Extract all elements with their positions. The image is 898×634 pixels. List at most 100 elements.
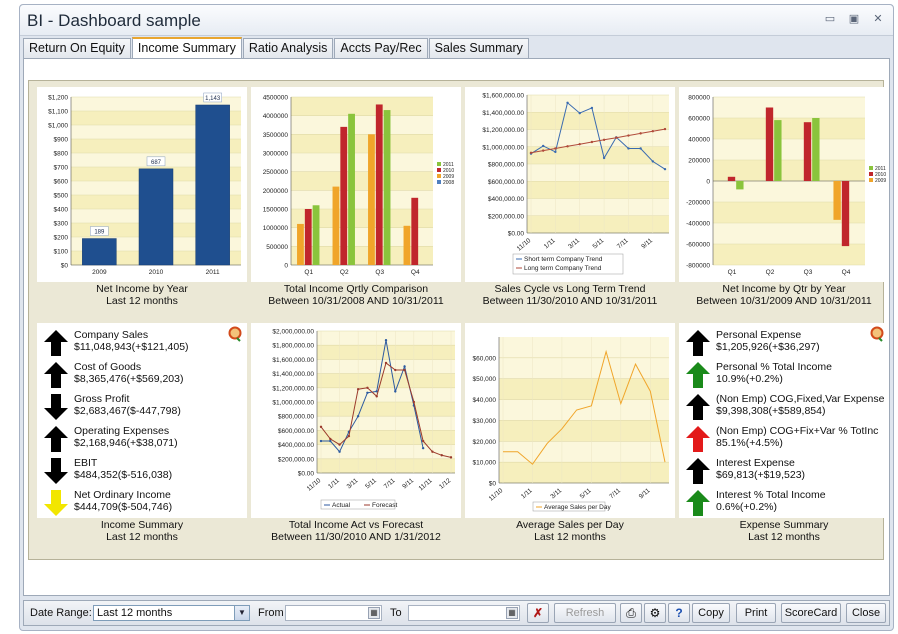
arrow-up-icon bbox=[686, 490, 710, 516]
panel-caption-range: Between 10/31/2009 AND 10/31/2011 bbox=[696, 295, 872, 307]
data-point bbox=[319, 439, 323, 443]
clear-filter-icon[interactable]: ✗ bbox=[527, 603, 549, 623]
refresh-button[interactable]: Refresh bbox=[554, 603, 616, 623]
x-tick-label: 5/11 bbox=[364, 477, 378, 490]
kpi-text: Operating Expenses $2,168,946(+$38,071) bbox=[74, 425, 178, 449]
x-tick-label: 1/11 bbox=[520, 487, 534, 500]
panel-caption-range: Last 12 months bbox=[534, 531, 606, 543]
kpi-row: (Non Emp) COG,Fixed,Var Expense $9,398,30… bbox=[683, 393, 884, 423]
chevron-down-icon[interactable]: ▼ bbox=[234, 606, 249, 620]
data-label: 687 bbox=[151, 160, 162, 166]
y-tick-label: 500000 bbox=[266, 244, 288, 251]
kpi-text: Net Ordinary Income $444,709($-504,746) bbox=[74, 489, 172, 513]
data-point bbox=[541, 149, 545, 152]
award-icon[interactable] bbox=[227, 326, 243, 342]
data-point bbox=[566, 101, 569, 104]
x-tick-label: 9/11 bbox=[401, 477, 415, 490]
award-ring bbox=[228, 326, 242, 340]
grid-band bbox=[317, 345, 455, 360]
kpi-arrow bbox=[43, 425, 69, 453]
y-tick-label: $200,000.00 bbox=[278, 456, 315, 463]
close-button[interactable]: Close bbox=[846, 603, 886, 623]
bar-2011 bbox=[812, 118, 820, 181]
copy-button[interactable]: Copy bbox=[692, 603, 730, 623]
legend-label: Average Sales per Day bbox=[544, 504, 611, 511]
legend-label: 2009 bbox=[875, 178, 886, 184]
panel-caption-range: Last 12 months bbox=[106, 531, 178, 543]
kpi-name: (Non Emp) COG+Fix+Var % TotInc bbox=[716, 425, 879, 437]
arrow-down-icon bbox=[44, 394, 68, 420]
kpi-row: Gross Profit $2,683,467($-447,798) bbox=[41, 393, 241, 423]
y-tick-label: 1000000 bbox=[263, 225, 289, 232]
bottom-toolbar: Date Range: Last 12 months ▼ From ▦ To ▦… bbox=[23, 600, 890, 626]
bar-2009 bbox=[833, 181, 841, 220]
arrow-shape bbox=[686, 426, 710, 452]
x-tick-label: Q4 bbox=[842, 269, 851, 276]
kpi-arrow bbox=[43, 489, 69, 517]
kpi-name: Net Ordinary Income bbox=[74, 489, 171, 501]
y-tick-label: $1,400,000.00 bbox=[272, 371, 314, 378]
date-range-select[interactable]: Last 12 months ▼ bbox=[93, 605, 250, 621]
bar-2011 bbox=[348, 113, 355, 265]
maximize-button[interactable]: ▣ bbox=[847, 13, 861, 25]
chart-net-income-by-qtr: -800000 -600000 -400000 -200000 0 200000 40000… bbox=[679, 87, 889, 282]
panel-income-summary: Company Sales $11,048,943(+$121,405) Cost … bbox=[37, 323, 247, 543]
tab-sales-summary[interactable]: Sales Summary bbox=[428, 38, 529, 58]
y-tick-label: $1,800,000.00 bbox=[272, 343, 314, 350]
data-point bbox=[421, 439, 425, 443]
data-point bbox=[412, 400, 416, 404]
legend-label: Actual bbox=[332, 502, 351, 509]
minimize-button[interactable]: ▭ bbox=[823, 13, 837, 25]
bar-2010 bbox=[841, 181, 850, 247]
arrow-up-icon bbox=[686, 426, 710, 452]
scorecard-button[interactable]: ScoreCard bbox=[781, 603, 841, 623]
arrow-up-icon bbox=[686, 394, 710, 420]
calendar-icon[interactable]: ▦ bbox=[506, 607, 518, 619]
x-tick-label: Q2 bbox=[766, 269, 775, 276]
y-tick-label: $10,000 bbox=[473, 460, 497, 467]
data-point bbox=[449, 456, 453, 459]
data-point bbox=[651, 130, 655, 133]
y-tick-label: 800000 bbox=[688, 95, 710, 102]
panel-caption-range: Between 11/30/2010 AND 10/31/2011 bbox=[482, 295, 658, 307]
grid-band bbox=[527, 112, 669, 130]
y-tick-label: 0 bbox=[706, 179, 710, 186]
x-tick-label: 5/11 bbox=[579, 487, 593, 500]
export-icon[interactable]: ⎙ bbox=[620, 603, 642, 623]
tab-income-summary[interactable]: Income Summary bbox=[131, 37, 242, 58]
tab-ratio-analysis[interactable]: Ratio Analysis bbox=[242, 38, 334, 58]
tab-accts-pay-rec[interactable]: Accts Pay/Rec bbox=[334, 38, 428, 58]
panel-caption-title: Net Income by Qtr by Year bbox=[722, 283, 846, 295]
calendar-icon[interactable]: ▦ bbox=[368, 607, 380, 619]
panel-net-income-by-qtr: -800000 -600000 -400000 -200000 0 200000 40000… bbox=[679, 87, 889, 307]
close-window-button[interactable]: ✕ bbox=[871, 13, 885, 25]
settings-icon[interactable]: ⚙ bbox=[644, 603, 666, 623]
legend-label: Short term Company Trend bbox=[524, 256, 603, 263]
bar-2010 bbox=[304, 209, 312, 265]
y-tick-label: 2500000 bbox=[263, 169, 289, 176]
to-date-field[interactable]: ▦ bbox=[408, 605, 520, 621]
title-bar: BI - Dashboard sample ▭ ▣ ✕ bbox=[20, 5, 893, 36]
date-range-value: Last 12 months bbox=[97, 607, 173, 619]
x-tick-label: Q2 bbox=[340, 269, 349, 276]
kpi-name: Cost of Goods bbox=[74, 361, 142, 373]
data-point bbox=[541, 144, 545, 148]
data-point bbox=[329, 437, 332, 441]
data-point bbox=[394, 368, 397, 372]
legend-swatch bbox=[437, 168, 441, 172]
print-button[interactable]: Print bbox=[736, 603, 776, 623]
arrow-up-icon bbox=[686, 362, 710, 388]
window-controls: ▭ ▣ ✕ bbox=[823, 13, 885, 25]
help-icon[interactable]: ? bbox=[668, 603, 690, 623]
x-tick-label: 1/12 bbox=[438, 477, 452, 491]
grid-band bbox=[317, 373, 455, 388]
from-date-field[interactable]: ▦ bbox=[285, 605, 382, 621]
kpi-value: 0.6%(+0.2%) bbox=[716, 501, 777, 513]
tab-return-on-equity[interactable]: Return On Equity bbox=[23, 38, 131, 58]
award-icon[interactable] bbox=[869, 326, 885, 342]
y-tick-label: $0 bbox=[61, 263, 69, 270]
y-tick-label: $300 bbox=[54, 221, 69, 228]
bar-2010 bbox=[411, 197, 419, 265]
kpi-name: Interest Expense bbox=[716, 457, 795, 469]
panel-total-income-qrtly: 0 500000 1000000 1500000 2000000 2500000 30000… bbox=[251, 87, 461, 307]
